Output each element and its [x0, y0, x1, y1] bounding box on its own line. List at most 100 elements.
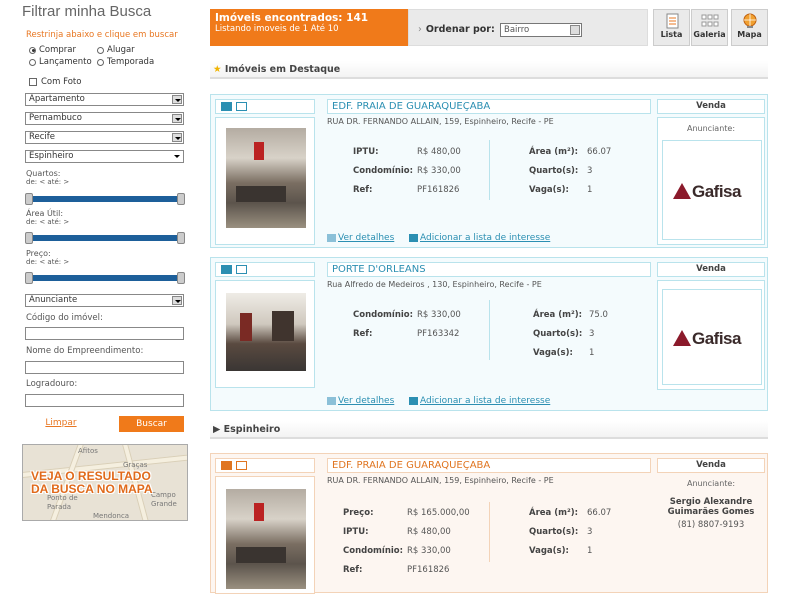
- quartos-value: 3: [587, 527, 593, 537]
- property-photo[interactable]: [226, 489, 306, 589]
- details-link[interactable]: Ver detalhes: [327, 233, 394, 243]
- details-link[interactable]: Ver detalhes: [327, 396, 394, 406]
- advertiser-box: Gafisa: [657, 280, 765, 390]
- mail-icon[interactable]: [236, 265, 247, 274]
- area-slider[interactable]: [25, 232, 185, 244]
- dropdown-arrow-icon: [172, 296, 182, 305]
- radio-temporada[interactable]: Temporada: [97, 57, 154, 69]
- preco-range: de: < até: >: [26, 258, 70, 266]
- card-icon-strip: [215, 262, 315, 277]
- property-name[interactable]: EDF. PRAIA DE GUARAQUEÇABA: [327, 99, 651, 114]
- select-anunciante[interactable]: Anunciante: [25, 294, 184, 307]
- ref-value: PF163342: [417, 329, 460, 339]
- preco-label: Preço:: [26, 249, 51, 258]
- add-interest-link[interactable]: Adicionar a lista de interesse: [409, 233, 550, 243]
- buscar-button[interactable]: Buscar: [119, 416, 184, 432]
- property-name[interactable]: PORTE D'ORLEANS: [327, 262, 651, 277]
- view-mapa-button[interactable]: Mapa: [731, 9, 768, 46]
- view-lista-button[interactable]: Lista: [653, 9, 690, 46]
- slider-knob-max[interactable]: [177, 232, 185, 244]
- photo-frame: [215, 117, 315, 245]
- condominio-value: R$ 330,00: [417, 310, 461, 320]
- card-icon-strip: [215, 99, 315, 114]
- quartos-slider[interactable]: [25, 193, 185, 205]
- star-icon: ★: [213, 64, 222, 75]
- dropdown-arrow-icon: [172, 114, 182, 123]
- property-name[interactable]: EDF. PRAIA DE GUARAQUEÇABA: [327, 458, 651, 473]
- advertiser-logo[interactable]: Gafisa: [662, 289, 762, 385]
- radio-comprar[interactable]: Comprar: [29, 45, 76, 57]
- triangle-right-icon: ▶: [213, 424, 221, 435]
- slider-knob-min[interactable]: [25, 272, 33, 284]
- add-interest-link[interactable]: Adicionar a lista de interesse: [409, 396, 550, 406]
- area-range: de: < até: >: [26, 218, 70, 226]
- advertiser-logo[interactable]: Gafisa: [662, 140, 762, 240]
- radio-dot-icon: [97, 46, 104, 54]
- listing-card: EDF. PRAIA DE GUARAQUEÇABA RUA DR. FERNA…: [210, 94, 768, 248]
- slider-knob-min[interactable]: [25, 232, 33, 244]
- magnifier-icon: [327, 396, 336, 405]
- logradouro-input[interactable]: [25, 394, 184, 407]
- slider-knob-max[interactable]: [177, 193, 185, 205]
- slider-knob-max[interactable]: [177, 272, 185, 284]
- deal-type: Venda: [657, 458, 765, 473]
- advertiser-box: Anunciante: Sergio Alexandre Guimarães G…: [657, 476, 765, 586]
- map-banner-text: VEJA O RESULTADO DA BUSCA NO MAPA: [31, 469, 153, 496]
- codigo-label: Código do imóvel:: [26, 313, 103, 323]
- condominio-value: R$ 330,00: [417, 166, 461, 176]
- mail-icon[interactable]: [236, 461, 247, 470]
- codigo-input[interactable]: [25, 327, 184, 340]
- checkbox-com-foto[interactable]: Com Foto: [29, 77, 81, 87]
- dropdown-arrow-icon: [172, 133, 182, 142]
- map-result-banner[interactable]: Afitos Graças Ponto de Parada Campo Gran…: [22, 444, 188, 521]
- camera-icon[interactable]: [221, 265, 232, 274]
- mail-icon[interactable]: [236, 102, 247, 111]
- photo-frame: [215, 476, 315, 594]
- property-photo[interactable]: [226, 128, 306, 228]
- camera-icon[interactable]: [221, 102, 232, 111]
- magnifier-icon: [327, 233, 336, 242]
- property-address: Rua Alfredo de Medeiros , 130, Espinheir…: [327, 280, 542, 289]
- area-value: 66.07: [587, 508, 612, 518]
- list-icon: [663, 13, 681, 29]
- advertiser-box: Anunciante: Gafisa: [657, 117, 765, 245]
- select-estado[interactable]: Pernambuco: [25, 112, 184, 125]
- area-value: 66.07: [587, 147, 612, 157]
- radio-alugar[interactable]: Alugar: [97, 45, 135, 57]
- slider-knob-min[interactable]: [25, 193, 33, 205]
- property-address: RUA DR. FERNANDO ALLAIN, 159, Espinheiro…: [327, 117, 554, 126]
- empreendimento-input[interactable]: [25, 361, 184, 374]
- preco-value: R$ 165.000,00: [407, 508, 470, 518]
- quartos-value: 3: [589, 329, 595, 339]
- area-label: Área Útil:: [26, 209, 64, 218]
- radio-lancamento[interactable]: Lançamento: [29, 57, 92, 69]
- globe-icon: [741, 13, 759, 29]
- deal-type: Venda: [657, 99, 765, 114]
- radio-dot-icon: [29, 46, 36, 54]
- limpar-button[interactable]: Limpar: [26, 418, 96, 432]
- view-galeria-button[interactable]: Galeria: [691, 9, 728, 46]
- deal-type: Venda: [657, 262, 765, 277]
- select-tipo[interactable]: Apartamento: [25, 93, 184, 106]
- filter-subtitle: Restrinja abaixo e clique em buscar: [26, 30, 178, 40]
- card-icon-strip: [215, 458, 315, 473]
- quartos-value: 3: [587, 166, 593, 176]
- quartos-label: Quartos:: [26, 169, 61, 178]
- property-address: RUA DR. FERNANDO ALLAIN, 159, Espinheiro…: [327, 476, 554, 485]
- empreendimento-label: Nome do Empreendimento:: [26, 346, 144, 356]
- grid-icon: [701, 13, 719, 29]
- order-select[interactable]: Bairro: [500, 23, 582, 37]
- quartos-range: de: < até: >: [26, 178, 70, 186]
- iptu-value: R$ 480,00: [417, 147, 461, 157]
- camera-icon[interactable]: [221, 461, 232, 470]
- preco-slider[interactable]: [25, 272, 185, 284]
- vagas-value: 1: [587, 546, 593, 556]
- select-bairro[interactable]: Espinheiro: [25, 150, 184, 163]
- order-label: › Ordenar por:: [418, 24, 495, 35]
- advertiser-phone: (81) 8807-9193: [677, 520, 745, 530]
- dropdown-arrow-icon: [172, 95, 182, 104]
- property-photo[interactable]: [226, 293, 306, 371]
- section-espinheiro[interactable]: ▶ Espinheiro: [210, 421, 768, 439]
- radio-dot-icon: [97, 58, 104, 66]
- select-cidade[interactable]: Recife: [25, 131, 184, 144]
